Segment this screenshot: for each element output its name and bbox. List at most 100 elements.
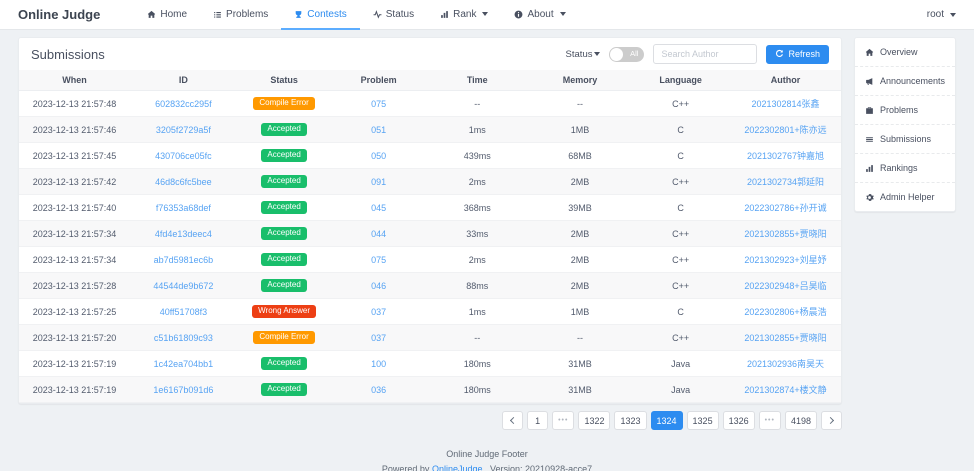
id-link[interactable]: 1e6167b091d6	[153, 385, 213, 395]
problem-link[interactable]: 037	[371, 333, 386, 343]
id-link[interactable]: f76353a68def	[156, 203, 211, 213]
sidebar-item-submissions[interactable]: Submissions	[855, 125, 955, 154]
id-link[interactable]: 430706ce05fc	[155, 151, 212, 161]
id-link[interactable]: 602832cc295f	[155, 99, 212, 109]
id-link[interactable]: 40ff51708f3	[160, 307, 207, 317]
cell-problem: 036	[331, 377, 426, 403]
nav-item-about[interactable]: About	[501, 0, 578, 30]
top-navbar: Online Judge Home Problems Contests Stat…	[0, 0, 974, 30]
pulse-icon	[373, 10, 382, 19]
pagination-ellipsis[interactable]: •••	[552, 411, 574, 430]
author-link[interactable]: 2021302923+刘星妤	[744, 255, 826, 265]
pagination-page-1322[interactable]: 1322	[578, 411, 610, 430]
table-row: 2023-12-13 21:57:20c51b61809c93Compile E…	[19, 325, 841, 351]
nav-item-rank[interactable]: Rank	[427, 0, 501, 30]
pagination-page-1324[interactable]: 1324	[651, 411, 683, 430]
id-link[interactable]: 3205f2729a5f	[156, 125, 211, 135]
problem-link[interactable]: 075	[371, 99, 386, 109]
app-logo[interactable]: Online Judge	[18, 0, 100, 29]
cell-status: Compile Error	[237, 91, 332, 117]
status-filter-dropdown[interactable]: Status	[566, 49, 601, 60]
status-badge: Accepted	[261, 123, 306, 136]
cell-author: 2022302806+杨晨浩	[730, 299, 841, 325]
id-link[interactable]: ab7d5981ec6b	[154, 255, 214, 265]
nav-item-contests[interactable]: Contests	[281, 0, 359, 30]
sidebar-item-label: Announcements	[880, 76, 945, 86]
mine-all-toggle[interactable]: All	[609, 47, 644, 62]
id-link[interactable]: 44544de9b672	[153, 281, 213, 291]
author-link[interactable]: 2021302874+楼文静	[744, 385, 826, 395]
pagination-next-button[interactable]	[821, 411, 842, 430]
author-link[interactable]: 2021302814张鑫	[751, 99, 819, 109]
id-link[interactable]: c51b61809c93	[154, 333, 213, 343]
footer-onlinejudge-link[interactable]: OnlineJudge	[432, 464, 483, 471]
table-row: 2023-12-13 21:57:2844544de9b672Accepted0…	[19, 273, 841, 299]
bar-chart-icon	[440, 10, 449, 19]
cell-status: Accepted	[237, 195, 332, 221]
pagination-prev-button[interactable]	[502, 411, 523, 430]
pagination-page-4198[interactable]: 4198	[785, 411, 817, 430]
author-link[interactable]: 2022302786+孙开诚	[744, 203, 826, 213]
problem-link[interactable]: 044	[371, 229, 386, 239]
cell-id: 602832cc295f	[130, 91, 237, 117]
cell-time: 2ms	[426, 247, 529, 273]
cell-memory: 2MB	[529, 273, 632, 299]
pagination-ellipsis[interactable]: •••	[759, 411, 781, 430]
cell-time: 1ms	[426, 299, 529, 325]
problem-link[interactable]: 100	[371, 359, 386, 369]
cell-time: 33ms	[426, 221, 529, 247]
cell-id: 40ff51708f3	[130, 299, 237, 325]
pagination-page-1326[interactable]: 1326	[723, 411, 755, 430]
id-link[interactable]: 1c42ea704bb1	[154, 359, 214, 369]
search-author-input[interactable]	[653, 44, 757, 64]
id-link[interactable]: 4fd4e13deec4	[155, 229, 212, 239]
pagination-page-1[interactable]: 1	[527, 411, 548, 430]
author-link[interactable]: 2022302948+吕昊临	[744, 281, 826, 291]
column-header-memory: Memory	[529, 70, 632, 91]
id-link[interactable]: 46d8c6fc5bee	[155, 177, 212, 187]
sidebar-item-rankings[interactable]: Rankings	[855, 154, 955, 183]
author-link[interactable]: 2021302734郭延阳	[747, 177, 824, 187]
author-link[interactable]: 2021302855+贾晓阳	[744, 229, 826, 239]
pagination-page-1325[interactable]: 1325	[687, 411, 719, 430]
problem-link[interactable]: 050	[371, 151, 386, 161]
sidebar-item-overview[interactable]: Overview	[855, 38, 955, 67]
sidebar-item-label: Submissions	[880, 134, 931, 144]
cell-status: Accepted	[237, 169, 332, 195]
cell-author: 2021302855+贾晓阳	[730, 221, 841, 247]
sidebar-item-admin-helper[interactable]: Admin Helper	[855, 183, 955, 211]
problem-link[interactable]: 045	[371, 203, 386, 213]
cell-memory: 2MB	[529, 247, 632, 273]
cell-status: Accepted	[237, 221, 332, 247]
cell-memory: 39MB	[529, 195, 632, 221]
status-badge: Accepted	[261, 279, 306, 292]
sidebar-item-announcements[interactable]: Announcements	[855, 67, 955, 96]
pagination: 1•••13221323132413251326•••4198	[18, 411, 842, 430]
author-link[interactable]: 2021302936南昊天	[747, 359, 824, 369]
chevron-down-icon	[482, 12, 488, 16]
table-row: 2023-12-13 21:57:463205f2729a5fAccepted0…	[19, 117, 841, 143]
problem-link[interactable]: 051	[371, 125, 386, 135]
problem-link[interactable]: 036	[371, 385, 386, 395]
nav-item-home[interactable]: Home	[134, 0, 200, 30]
user-menu[interactable]: root	[927, 0, 956, 29]
author-link[interactable]: 2022302806+杨晨浩	[744, 307, 826, 317]
nav-item-problems[interactable]: Problems	[200, 0, 281, 30]
refresh-button[interactable]: Refresh	[766, 45, 829, 64]
nav-item-label: Home	[160, 9, 187, 20]
cell-when: 2023-12-13 21:57:48	[19, 91, 130, 117]
page-title: Submissions	[31, 47, 105, 62]
cell-when: 2023-12-13 21:57:34	[19, 247, 130, 273]
status-badge: Accepted	[261, 201, 306, 214]
sidebar-item-problems[interactable]: Problems	[855, 96, 955, 125]
problem-link[interactable]: 037	[371, 307, 386, 317]
problem-link[interactable]: 091	[371, 177, 386, 187]
cell-memory: 31MB	[529, 377, 632, 403]
author-link[interactable]: 2022302801+陈亦远	[744, 125, 826, 135]
problem-link[interactable]: 075	[371, 255, 386, 265]
pagination-page-1323[interactable]: 1323	[614, 411, 646, 430]
author-link[interactable]: 2021302767钟嘉旭	[747, 151, 824, 161]
problem-link[interactable]: 046	[371, 281, 386, 291]
nav-item-status[interactable]: Status	[360, 0, 427, 30]
author-link[interactable]: 2021302855+贾晓阳	[744, 333, 826, 343]
